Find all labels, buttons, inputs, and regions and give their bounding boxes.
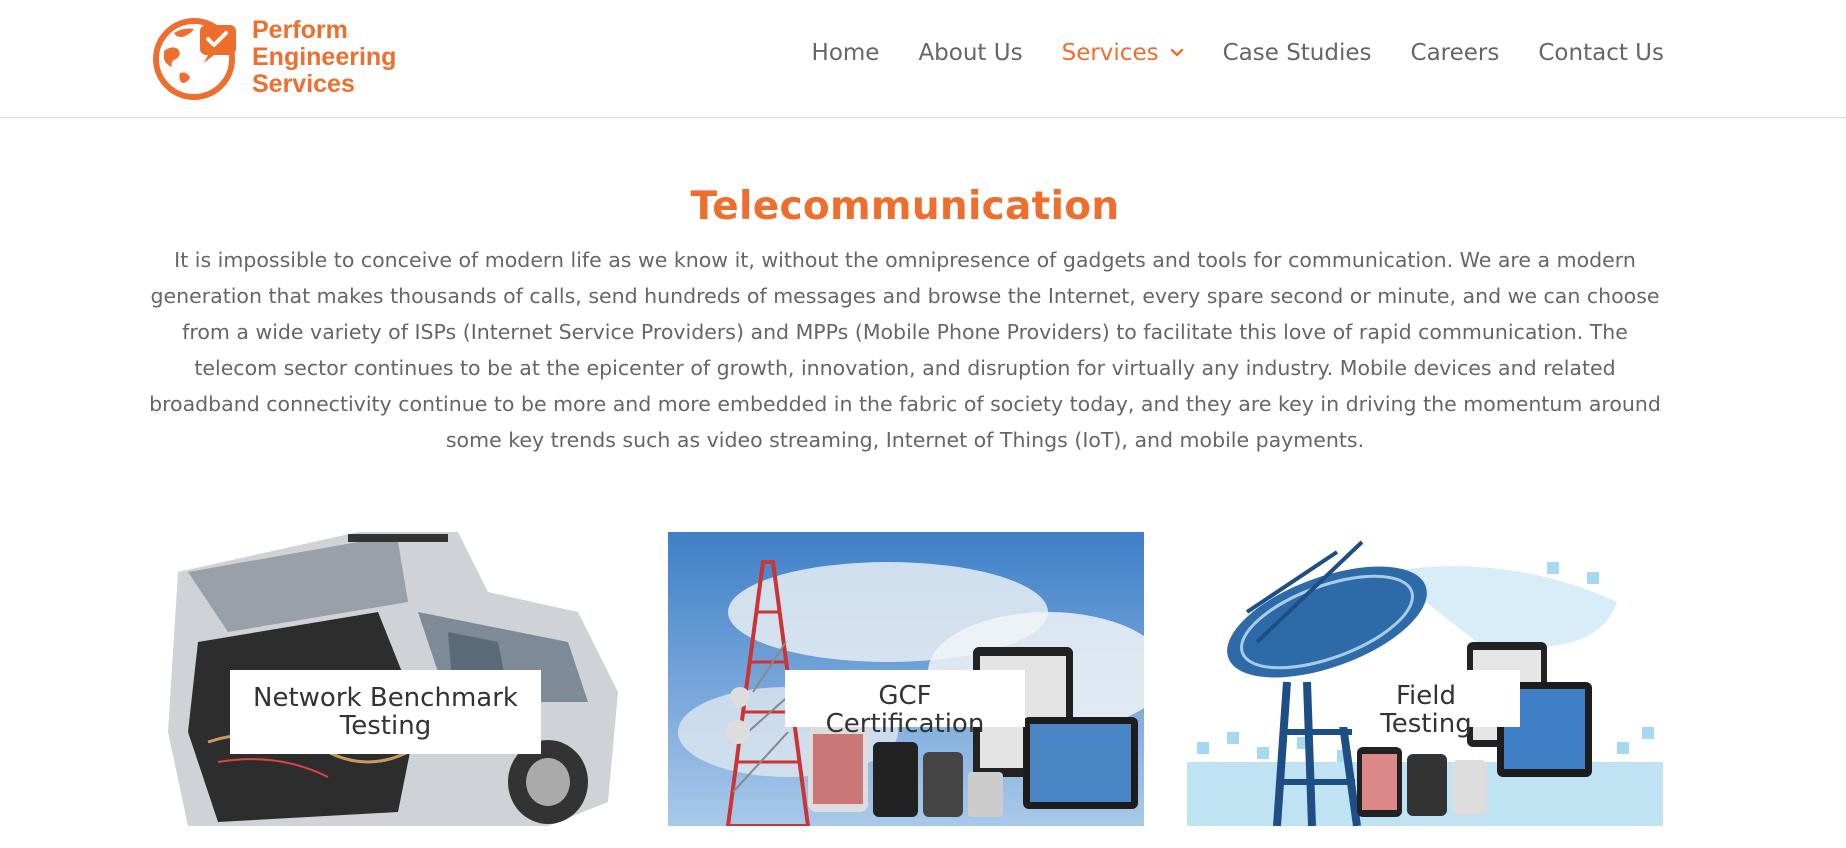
page-title: Telecommunication <box>690 184 1120 229</box>
globe-chat-icon <box>153 18 236 100</box>
site-header: Perform Engineering Services Home About … <box>0 0 1846 118</box>
intro-paragraph: It is impossible to conceive of modern l… <box>149 248 1661 452</box>
nav-item-services[interactable]: Services <box>1062 40 1184 66</box>
brand-logo[interactable]: Perform Engineering Services <box>150 10 422 104</box>
nav-item-about-us[interactable]: About Us <box>918 40 1022 66</box>
service-card-gcf-certification[interactable]: GCF Certification <box>668 532 1144 826</box>
nav-item-contact-us[interactable]: Contact Us <box>1538 40 1664 66</box>
main-nav: Home About Us Services Case Studies Care… <box>773 40 1664 66</box>
brand-name-line3: Services <box>252 69 355 98</box>
nav-item-case-studies[interactable]: Case Studies <box>1223 40 1372 66</box>
brand-name-line2: Engineering <box>252 42 397 71</box>
nav-item-home[interactable]: Home <box>812 40 880 66</box>
card-label-gcf-certification: GCF Certification <box>785 670 1025 738</box>
service-card-network-benchmark[interactable]: Network Benchmark Testing <box>148 532 624 826</box>
service-card-field-testing[interactable]: Field Testing <box>1187 532 1663 826</box>
nav-item-careers[interactable]: Careers <box>1411 40 1500 66</box>
chevron-down-icon <box>1170 48 1183 57</box>
card-label-field-testing: Field Testing <box>1332 670 1520 738</box>
nav-item-services-label: Services <box>1061 40 1159 66</box>
brand-name-line1: Perform <box>252 15 348 44</box>
brand-name: Perform Engineering Services <box>252 15 397 98</box>
card-label-network-benchmark: Network Benchmark Testing <box>230 670 541 754</box>
